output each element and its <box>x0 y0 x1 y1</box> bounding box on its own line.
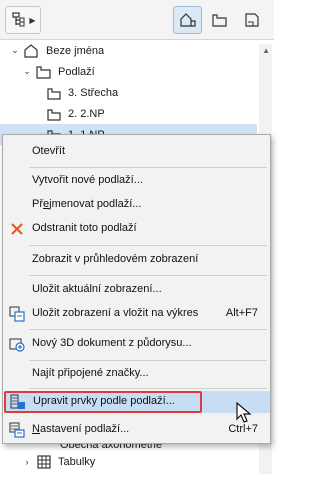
menu-item-label: Nastavení podlaží... <box>32 423 129 435</box>
view-map-button[interactable] <box>205 6 234 34</box>
menu-item-label: Vytvořit nové podlaží... <box>32 174 143 186</box>
chevron-right-icon[interactable]: › <box>22 457 32 467</box>
tree-item-label: Beze jména <box>46 44 105 57</box>
menu-item-show-3d[interactable]: Zobrazit v průhledovém zobrazení <box>3 249 270 271</box>
rename-prefix: Př <box>32 198 43 210</box>
story-icon <box>47 87 61 100</box>
tree-item-schedules[interactable]: › Tabulky <box>22 451 279 472</box>
menu-item-label: Zobrazit v průhledovém zobrazení <box>32 253 199 265</box>
tree-item-root[interactable]: ⌄ Beze jména <box>10 40 267 61</box>
menu-item-save-and-place[interactable]: Uložit zobrazení a vložit na výkres Alt+… <box>3 303 270 325</box>
settings-rest: astavení podlaží... <box>39 423 130 435</box>
menu-separator <box>29 329 267 330</box>
menu-item-shortcut: Ctrl+7 <box>228 423 258 435</box>
dropdown-arrow-icon: ▶ <box>29 15 36 25</box>
menu-item-edit-elements-by-story[interactable]: Upravit prvky podle podlaží... <box>4 391 202 413</box>
context-menu: Otevřít Vytvořit nové podlaží... Přejmen… <box>2 134 271 444</box>
layout-book-button[interactable] <box>237 6 266 34</box>
publisher-sets-icon <box>244 13 259 27</box>
house-icon <box>24 43 38 58</box>
menu-separator <box>29 167 267 168</box>
table-icon <box>37 454 51 469</box>
map-view-icon <box>179 13 196 27</box>
project-map-icon <box>12 12 25 27</box>
menu-item-label: Odstranit toto podlaží <box>32 222 137 234</box>
menu-item-label: Uložit aktuální zobrazení... <box>32 283 162 295</box>
menu-item-label: Otevřít <box>32 145 66 157</box>
menu-item-label: Nový 3D dokument z půdorysu... <box>32 337 192 349</box>
menu-item-new-3d-document[interactable]: Nový 3D dokument z půdorysu... <box>3 333 270 355</box>
menu-item-open[interactable]: Otevřít <box>3 141 270 163</box>
story-settings-icon <box>9 422 25 438</box>
story-folder-icon <box>36 65 51 79</box>
story-icon <box>47 108 61 121</box>
project-map-dropdown-button[interactable]: ▶ <box>5 6 41 34</box>
tree-item-label: Podlaží <box>58 65 95 78</box>
navigator-toolbar: ▶ <box>0 0 274 40</box>
project-map-view-button[interactable] <box>173 6 202 34</box>
new-3d-document-icon <box>9 338 25 352</box>
delete-x-icon <box>11 223 23 235</box>
menu-separator <box>29 245 267 246</box>
menu-item-delete-story[interactable]: Odstranit toto podlaží <box>3 218 270 240</box>
menu-item-create-story[interactable]: Vytvořit nové podlaží... <box>3 170 270 192</box>
tree-item-label: 2. 2.NP <box>68 107 105 120</box>
save-place-icon <box>9 306 25 322</box>
layout-book-icon <box>211 14 227 27</box>
menu-item-shortcut: Alt+F7 <box>225 307 258 319</box>
menu-item-rename-story[interactable]: Přejmenovat podlaží... <box>3 194 270 216</box>
edit-elements-icon <box>10 394 25 409</box>
menu-separator <box>29 388 267 389</box>
chevron-down-icon[interactable]: ⌄ <box>10 45 20 56</box>
chevron-down-icon[interactable]: ⌄ <box>22 66 32 77</box>
menu-item-label: Uložit zobrazení a vložit na výkres <box>32 307 199 319</box>
tree-item-label: Tabulky <box>58 455 96 468</box>
menu-item-label: Najít připojené značky... <box>32 367 149 379</box>
settings-accelerator: N <box>32 423 40 435</box>
scroll-up-arrow-icon[interactable]: ▲ <box>262 46 270 55</box>
menu-item-story-settings[interactable]: Nastavení podlaží... Ctrl+7 <box>3 419 270 441</box>
tree-item-stories-folder[interactable]: ⌄ Podlaží <box>22 61 279 82</box>
menu-item-find-markers[interactable]: Najít připojené značky... <box>3 363 270 385</box>
menu-separator <box>29 360 267 361</box>
rename-rest: jmenovat podlaží... <box>49 198 142 210</box>
mouse-cursor-icon <box>236 402 252 423</box>
menu-item-label: Upravit prvky podle podlaží... <box>33 395 175 407</box>
menu-separator <box>29 275 267 276</box>
tree-item-label: 3. Střecha <box>68 86 119 99</box>
menu-item-save-view[interactable]: Uložit aktuální zobrazení... <box>3 279 270 301</box>
menu-item-label: Přejmenovat podlaží... <box>32 198 141 210</box>
